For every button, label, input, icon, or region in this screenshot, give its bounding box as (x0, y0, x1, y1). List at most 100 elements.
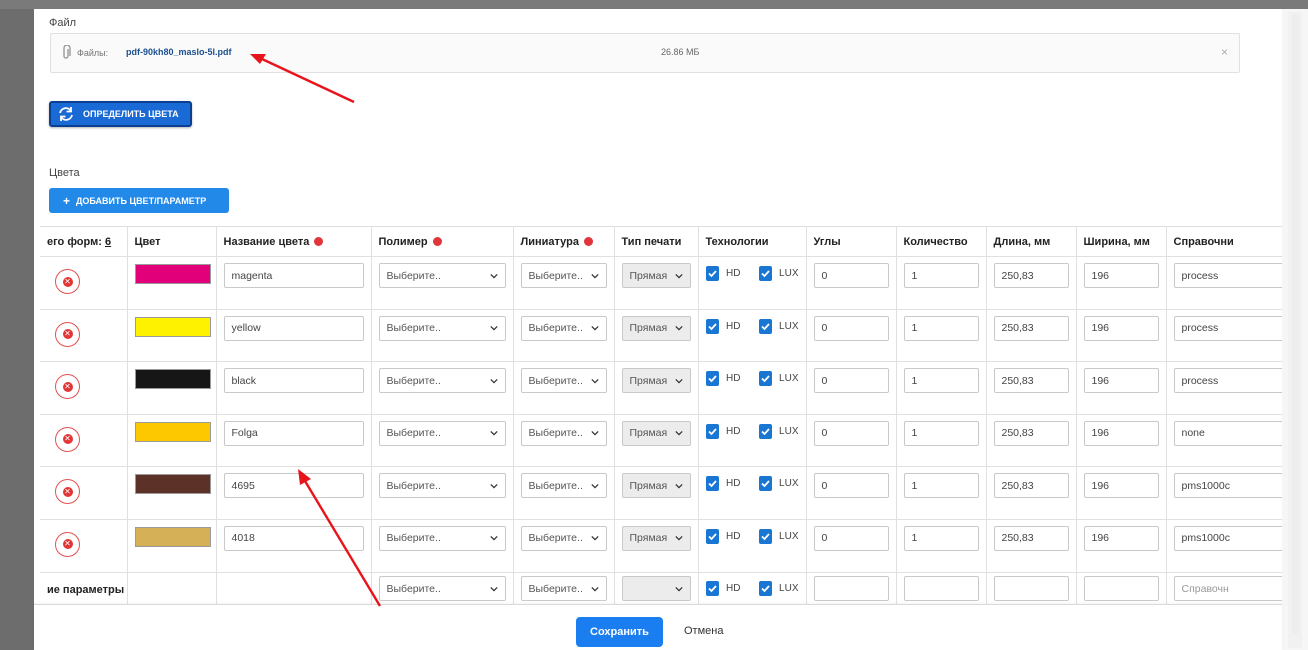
lineature-select[interactable]: Выберите.. (520, 368, 607, 394)
length-input[interactable]: 250,83 (993, 368, 1069, 394)
print-type-select[interactable]: Прямая (621, 315, 691, 341)
polymer-select[interactable]: Выберите.. (378, 420, 506, 446)
width-input[interactable]: 196 (1083, 263, 1159, 288)
width-input[interactable]: 196 (1083, 525, 1159, 551)
params-quantity-input[interactable] (903, 576, 979, 602)
lux-checkbox[interactable] (758, 528, 773, 544)
print-type-select[interactable]: Прямая (621, 420, 691, 446)
lineature-select[interactable]: Выберите.. (520, 420, 607, 446)
delete-row-button[interactable]: ✕ (55, 374, 80, 400)
detect-colors-button[interactable]: ОПРЕДЕЛИТЬ ЦВЕТА (49, 101, 192, 127)
reference-input[interactable]: process (1173, 315, 1282, 341)
length-input[interactable]: 250,83 (993, 525, 1069, 551)
color-name-input[interactable]: yellow (223, 315, 364, 341)
quantity-input[interactable]: 1 (903, 525, 979, 551)
scrollbar-thumb[interactable] (1292, 14, 1299, 634)
reference-input[interactable]: pms1000c (1173, 525, 1282, 551)
reference-input[interactable]: pms1000c (1173, 473, 1282, 499)
hd-checkbox[interactable] (705, 318, 720, 334)
lineature-select[interactable]: Выберите.. (520, 525, 607, 551)
length-input[interactable]: 250,83 (993, 473, 1069, 499)
reference-input[interactable]: process (1173, 263, 1282, 288)
hd-checkbox[interactable] (705, 476, 720, 492)
params-width-input[interactable] (1083, 576, 1159, 602)
length-input[interactable]: 250,83 (993, 263, 1069, 288)
angle-input[interactable]: 0 (813, 315, 889, 341)
color-name-input[interactable]: black (223, 368, 364, 394)
delete-row-button[interactable]: ✕ (55, 531, 80, 557)
params-length-input[interactable] (993, 576, 1069, 602)
delete-row-button[interactable]: ✕ (55, 321, 80, 347)
remove-file-icon[interactable]: × (1221, 45, 1228, 59)
params-reference-input[interactable]: Справочн (1173, 576, 1282, 602)
save-button[interactable]: Сохранить (576, 617, 663, 647)
quantity-input[interactable]: 1 (903, 420, 979, 446)
quantity-input[interactable]: 1 (903, 473, 979, 499)
print-type-cell: Прямая (614, 519, 699, 573)
check-icon (761, 375, 770, 383)
angle-input[interactable]: 0 (813, 525, 889, 551)
color-name-input[interactable]: magenta (223, 263, 364, 288)
lineature-cell: Выберите.. (513, 519, 615, 573)
lux-checkbox[interactable] (758, 476, 773, 492)
swatch-cell (127, 309, 217, 363)
reference-input[interactable]: none (1173, 420, 1282, 446)
color-name-input[interactable]: Folga (223, 420, 364, 446)
angle-input[interactable]: 0 (813, 420, 889, 446)
quantity-input[interactable]: 1 (903, 315, 979, 341)
print-type-cell: Прямая (614, 466, 699, 520)
delete-row-button[interactable]: ✕ (55, 426, 80, 452)
quantity-cell: 1 (896, 309, 987, 363)
polymer-select[interactable]: Выберите.. (378, 263, 506, 288)
delete-row-button[interactable]: ✕ (55, 269, 80, 294)
params-lux-checkbox[interactable] (758, 581, 773, 597)
add-color-button[interactable]: + ДОБАВИТЬ ЦВЕТ/ПАРАМЕТР (49, 188, 229, 213)
print-type-select[interactable]: Прямая (621, 473, 691, 499)
lux-checkbox[interactable] (758, 266, 773, 281)
color-name-input[interactable]: 4695 (223, 473, 364, 499)
header-forms-count: его форм: 6 (40, 226, 128, 257)
lux-checkbox[interactable] (758, 423, 773, 439)
params-hd-checkbox[interactable] (705, 581, 720, 597)
reference-input[interactable]: process (1173, 368, 1282, 394)
lineature-select[interactable]: Выберите.. (520, 315, 607, 341)
params-angle-input[interactable] (813, 576, 889, 602)
length-input[interactable]: 250,83 (993, 315, 1069, 341)
angle-input[interactable]: 0 (813, 368, 889, 394)
delete-cell: ✕ (40, 256, 128, 310)
width-input[interactable]: 196 (1083, 473, 1159, 499)
print-type-select[interactable]: Прямая (621, 368, 691, 394)
quantity-input[interactable]: 1 (903, 263, 979, 288)
print-type-select[interactable]: Прямая (621, 525, 691, 551)
lux-checkbox[interactable] (758, 371, 773, 387)
lux-checkbox[interactable] (758, 318, 773, 334)
params-polymer-cell: Выберите.. (371, 572, 514, 606)
length-input[interactable]: 250,83 (993, 420, 1069, 446)
hd-checkbox[interactable] (705, 266, 720, 281)
params-lineature-cell: Выберите.. (513, 572, 615, 606)
quantity-input[interactable]: 1 (903, 368, 979, 394)
polymer-select[interactable]: Выберите.. (378, 315, 506, 341)
hd-checkbox[interactable] (705, 423, 720, 439)
polymer-select[interactable]: Выберите.. (378, 473, 506, 499)
print-type-select[interactable]: Прямая (621, 263, 691, 288)
params-print-type-select[interactable] (621, 576, 691, 602)
lineature-select[interactable]: Выберите.. (520, 263, 607, 288)
angle-input[interactable]: 0 (813, 473, 889, 499)
polymer-select[interactable]: Выберите.. (378, 525, 506, 551)
params-lineature-select[interactable]: Выберите.. (520, 576, 607, 602)
width-input[interactable]: 196 (1083, 420, 1159, 446)
cancel-button[interactable]: Отмена (684, 625, 723, 637)
params-polymer-select[interactable]: Выберите.. (378, 576, 506, 602)
angle-input[interactable]: 0 (813, 263, 889, 288)
technologies-cell: HD LUX (698, 309, 807, 363)
file-link[interactable]: pdf-90kh80_maslo-5l.pdf (126, 47, 232, 57)
width-input[interactable]: 196 (1083, 368, 1159, 394)
hd-checkbox[interactable] (705, 528, 720, 544)
hd-checkbox[interactable] (705, 371, 720, 387)
width-input[interactable]: 196 (1083, 315, 1159, 341)
color-name-input[interactable]: 4018 (223, 525, 364, 551)
delete-row-button[interactable]: ✕ (55, 479, 80, 505)
lineature-select[interactable]: Выберите.. (520, 473, 607, 499)
polymer-select[interactable]: Выберите.. (378, 368, 506, 394)
